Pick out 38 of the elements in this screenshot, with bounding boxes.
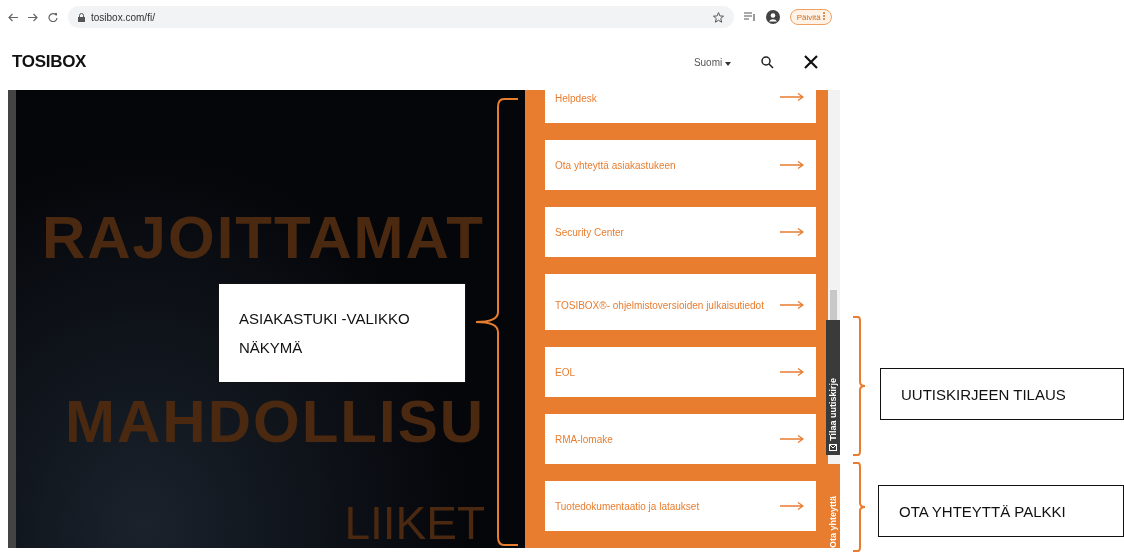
arrow-icon <box>780 502 805 510</box>
address-bar[interactable]: tosibox.com/fi/ <box>68 6 734 28</box>
newsletter-tab[interactable]: Tilaa uutiskirje <box>826 320 841 455</box>
scrollbar-thumb[interactable] <box>830 290 838 320</box>
arrow-icon <box>780 161 805 169</box>
update-button[interactable]: Päivitä <box>789 9 832 25</box>
arrow-icon <box>780 368 805 376</box>
language-dropdown[interactable]: Suomi <box>693 56 731 68</box>
reading-list-icon[interactable] <box>743 12 756 22</box>
menu-link[interactable]: Security Center <box>545 207 817 257</box>
menu-link[interactable]: Ota yhteyttä asiakastukeen <box>545 140 817 190</box>
profile-icon[interactable] <box>765 10 780 24</box>
menu-link[interactable]: Helpdesk <box>545 90 817 123</box>
contact-tab[interactable]: Ota yhteyttä <box>826 464 841 548</box>
menu-link[interactable]: TOSIBOX®- ohjelmistoversioiden julkaisutiedot <box>545 274 817 330</box>
search-icon[interactable] <box>761 55 774 69</box>
hero-heading: MAHDOLLISU <box>65 390 485 454</box>
menu-link[interactable]: Tuotedokumentaatio ja lataukset <box>545 481 817 531</box>
lock-icon <box>78 12 85 22</box>
envelope-icon <box>829 444 838 451</box>
caret-icon <box>725 61 731 66</box>
annotation-box: UUTISKIRJEEN TILAUS <box>880 368 1124 420</box>
annotation-box: ASIAKASTUKI -VALIKKO NÄKYMÄ <box>218 283 466 383</box>
forward-icon[interactable] <box>28 12 38 22</box>
back-icon[interactable] <box>8 12 18 22</box>
hero-heading: RAJOITTAMAT <box>41 206 485 270</box>
close-icon[interactable] <box>804 55 818 69</box>
arrow-icon <box>780 301 805 309</box>
menu-link[interactable]: EOL <box>545 347 817 397</box>
arrow-icon <box>780 93 805 101</box>
reload-icon[interactable] <box>48 12 58 22</box>
star-icon[interactable] <box>712 11 724 23</box>
hero-subheading: LIIKET <box>344 498 485 548</box>
menu-link[interactable]: RMA-lomake <box>545 414 817 464</box>
annotation-box: OTA YHTEYTTÄ PALKKI <box>878 485 1124 537</box>
arrow-icon <box>780 228 805 236</box>
logo[interactable]: TOSIBOX <box>12 52 87 72</box>
arrow-icon <box>780 435 805 443</box>
